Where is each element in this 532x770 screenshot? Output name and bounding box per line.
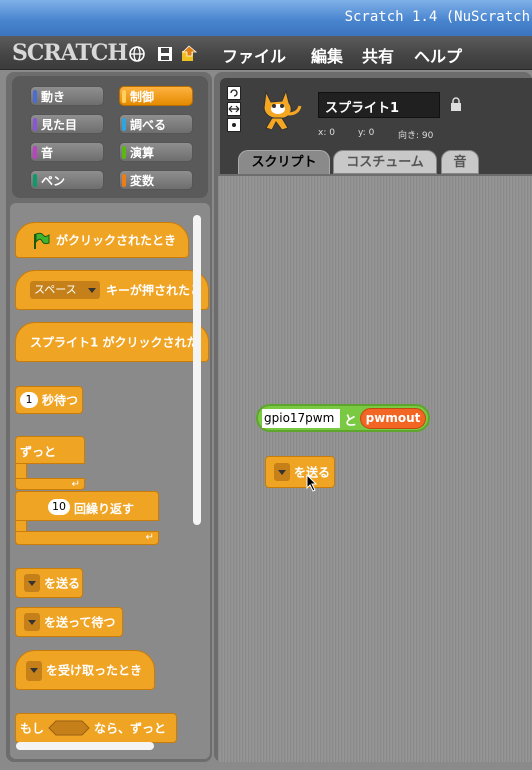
category-control[interactable]: 制御 [119, 86, 193, 106]
placed-broadcast-dropdown[interactable] [274, 463, 290, 481]
repeat-block-side [15, 521, 27, 531]
key-dropdown[interactable]: スペース [30, 281, 100, 299]
category-motion[interactable]: 動き [30, 86, 104, 106]
tab-sounds[interactable]: 音 [441, 150, 479, 174]
repeat-count-input[interactable]: 10 [48, 499, 70, 515]
window-titlebar: Scratch 1.4 (NuScratch [0, 0, 532, 36]
category-looks[interactable]: 見た目 [30, 114, 104, 134]
wait-seconds-input[interactable]: 1 [20, 392, 38, 408]
when-flag-clicked-block[interactable]: がクリックされたとき [15, 222, 189, 258]
menu-share[interactable]: 共有 [362, 43, 394, 67]
forever-block-side [15, 464, 27, 478]
green-flag-icon [34, 232, 50, 249]
boolean-slot[interactable] [48, 720, 90, 736]
broadcast-and-wait-block[interactable]: を送って待つ [15, 607, 123, 637]
sprite-name-field[interactable]: スプライト1 [318, 92, 440, 118]
menu-edit[interactable]: 編集 [311, 43, 343, 67]
menu-file[interactable]: ファイル [222, 43, 286, 67]
broadcast-block[interactable]: を送る [15, 568, 83, 598]
menu-help[interactable]: ヘルプ [414, 43, 462, 67]
sprite-y: y: 0 [358, 128, 375, 138]
when-sprite-clicked-block[interactable]: スプライト1 がクリックされた [15, 322, 209, 362]
forever-block-foot: ↵ [15, 478, 85, 490]
share-icon[interactable] [180, 45, 198, 63]
tab-costumes[interactable]: コスチューム [333, 150, 437, 174]
pwmout-variable[interactable]: pwmout [360, 408, 426, 429]
repeat-block-foot: ↵ [15, 531, 159, 545]
join-block[interactable]: gpio17pwm と pwmout [256, 404, 430, 432]
join-text-input[interactable]: gpio17pwm [262, 409, 340, 428]
category-variables[interactable]: 変数 [119, 170, 193, 190]
wait-block[interactable]: 1 秒待つ [15, 386, 83, 414]
tab-scripts[interactable]: スクリプト [238, 150, 330, 174]
no-rotate-icon[interactable] [227, 118, 241, 132]
palette-horizontal-scrollbar[interactable] [16, 742, 154, 750]
scratch-logo: SCRATCH [12, 40, 128, 66]
category-pen[interactable]: ペン [30, 170, 104, 190]
cat-sprite-thumbnail [263, 89, 302, 131]
lock-icon[interactable] [450, 97, 462, 111]
when-receive-block[interactable]: を受け取ったとき [15, 650, 155, 690]
broadcast-wait-dropdown[interactable] [24, 613, 40, 631]
window-title: Scratch 1.4 (NuScratch [344, 9, 530, 25]
sprite-x: x: 0 [318, 128, 335, 138]
globe-icon[interactable] [128, 45, 146, 63]
category-operators[interactable]: 演算 [119, 142, 193, 162]
broadcast-dropdown[interactable] [24, 574, 40, 592]
repeat-block[interactable]: 10 回繰り返す [15, 491, 159, 521]
category-sensing[interactable]: 調べる [119, 114, 193, 134]
sprite-direction: 向き: 90 [398, 131, 434, 141]
if-forever-block[interactable]: もし なら、ずっと [15, 713, 177, 743]
join-label: と [344, 414, 358, 429]
forever-block[interactable]: ずっと [15, 436, 85, 464]
palette-vertical-scrollbar[interactable] [193, 215, 201, 525]
flip-icon[interactable] [227, 102, 241, 116]
when-key-pressed-block[interactable]: スペース キーが押されたと [15, 270, 209, 310]
receive-dropdown[interactable] [26, 661, 42, 681]
rotate-icon[interactable] [227, 86, 241, 100]
mouse-cursor-icon [306, 474, 318, 492]
save-icon[interactable] [156, 45, 174, 63]
menu-bar: SCRATCH ファイル 編集 共有 ヘルプ [0, 36, 532, 70]
category-sound[interactable]: 音 [30, 142, 104, 162]
broadcast-block-placed[interactable]: を送る [265, 456, 335, 488]
